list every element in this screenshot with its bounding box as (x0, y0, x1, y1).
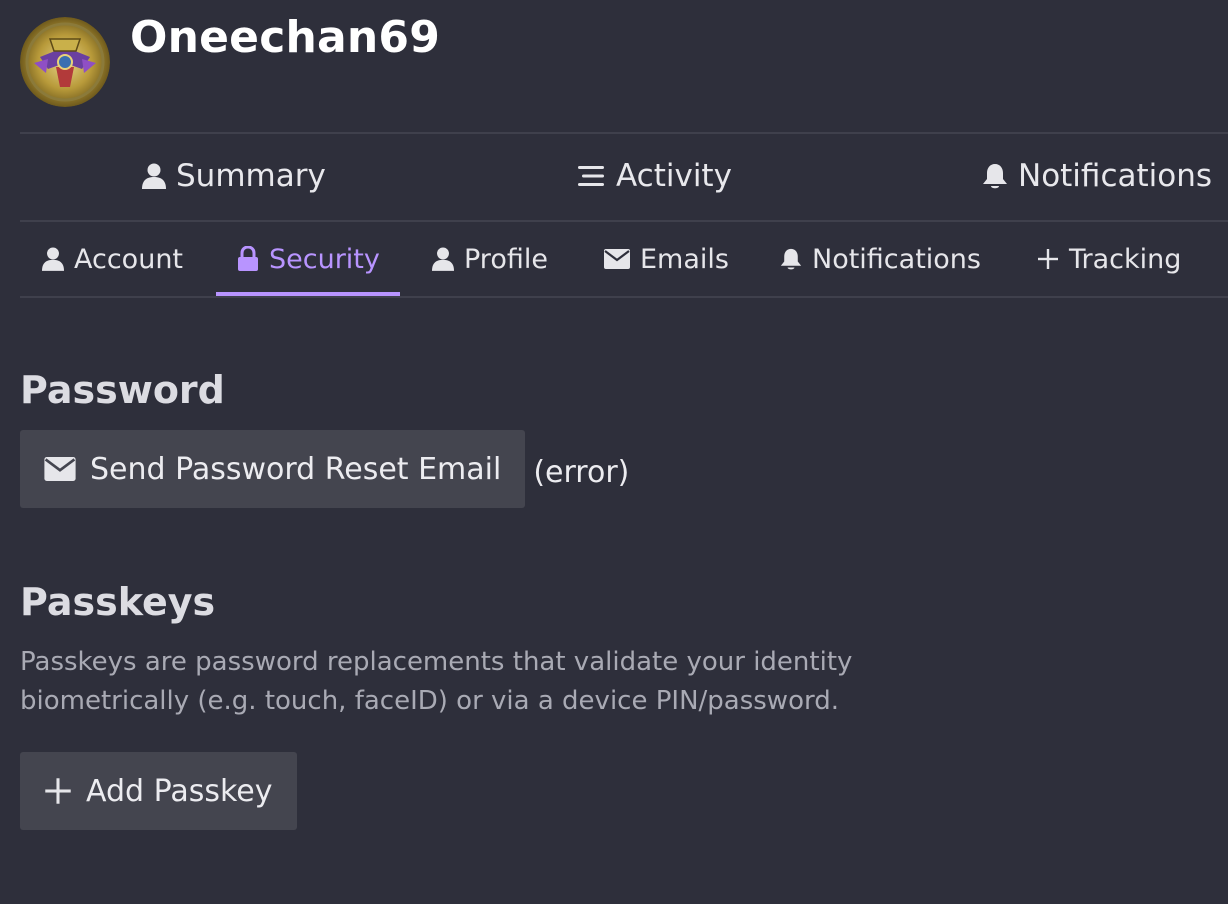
password-section: Password (20, 368, 225, 412)
user-icon (432, 247, 454, 271)
tab-profile[interactable]: Profile (432, 222, 548, 296)
send-password-reset-button[interactable]: Send Password Reset Email (20, 430, 526, 508)
primary-nav-label: Summary (176, 158, 326, 194)
tab-label: Tracking (1069, 243, 1182, 275)
tab-emails[interactable]: Emails (604, 222, 729, 296)
bell-icon (780, 248, 802, 270)
primary-nav-label: Activity (616, 158, 732, 194)
user-header: Oneechan69 (20, 0, 1228, 132)
passkeys-description-line: biometrically (e.g. touch, faceID) or vi… (20, 686, 839, 716)
list-icon (578, 166, 604, 186)
avatar[interactable] (20, 17, 110, 107)
tab-label: Security (269, 243, 380, 275)
passkeys-description: Passkeys are password replacements that … (20, 643, 852, 721)
passkeys-section: Passkeys (20, 580, 215, 624)
primary-nav-label: Notifications (1018, 158, 1213, 194)
tab-label: Account (74, 243, 184, 275)
passkeys-actions: Add Passkey (20, 752, 297, 830)
add-passkey-button[interactable]: Add Passkey (20, 752, 297, 830)
primary-nav-summary[interactable]: Summary (142, 158, 326, 194)
tab-security[interactable]: Security (216, 222, 400, 296)
tab-label: Emails (640, 243, 729, 275)
plus-icon (1038, 249, 1058, 269)
bell-icon (983, 164, 1007, 189)
lock-icon (238, 246, 258, 271)
tab-label: Profile (464, 243, 548, 275)
tab-label: Notifications (812, 243, 981, 275)
primary-nav-notifications[interactable]: Notifications (982, 158, 1212, 194)
add-passkey-label: Add Passkey (86, 773, 273, 809)
primary-nav: Summary Activity Notifications (20, 134, 1228, 220)
passkeys-title: Passkeys (20, 580, 216, 624)
passkeys-description-line: Passkeys are password replacements that … (20, 647, 853, 677)
tab-account[interactable]: Account (42, 222, 183, 296)
password-actions: Send Password Reset Email (error) (20, 430, 629, 508)
user-preferences-page: Oneechan69 Summary Activity Notification… (0, 0, 1228, 904)
user-icon (142, 163, 166, 189)
plus-icon (45, 778, 71, 804)
user-icon (42, 247, 64, 271)
secondary-nav: Account Security Profile Emails Notifica… (20, 222, 1228, 296)
password-title: Password (20, 368, 225, 412)
username: Oneechan69 (130, 11, 441, 63)
send-password-reset-label: Send Password Reset Email (90, 451, 502, 487)
divider (20, 296, 1228, 298)
primary-nav-activity[interactable]: Activity (578, 158, 732, 194)
tab-notifications[interactable]: Notifications (780, 222, 981, 296)
reset-status-text: (error) (533, 454, 630, 490)
envelope-icon (44, 457, 76, 481)
tab-tracking[interactable]: Tracking (1037, 222, 1181, 296)
envelope-icon (604, 249, 630, 269)
